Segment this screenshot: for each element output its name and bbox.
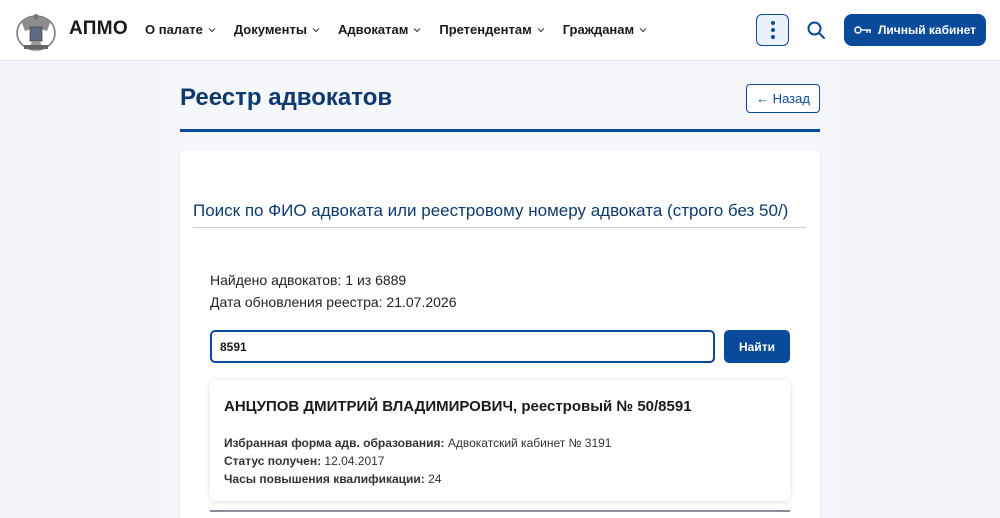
key-icon [854, 26, 871, 34]
search-icon[interactable] [806, 20, 826, 40]
bottom-divider [210, 510, 790, 512]
result-card[interactable]: АНЦУПОВ ДМИТРИЙ ВЛАДИМИРОВИЧ, реестровый… [210, 380, 790, 501]
dot-icon [770, 35, 775, 39]
registry-update-date: Дата обновления реестра: 21.07.2026 [210, 294, 457, 310]
more-menu-button[interactable] [756, 14, 789, 46]
nav-item-label: Адвокатам [337, 22, 409, 37]
row-value: 24 [424, 472, 442, 486]
result-row-form: Избранная форма адв. образования: Адвока… [224, 436, 611, 450]
nav-item-label: О палате [145, 22, 203, 37]
nav-item-about[interactable]: О палате [145, 22, 217, 37]
chevron-down-icon [537, 27, 545, 32]
find-button[interactable]: Найти [724, 330, 790, 363]
back-button[interactable]: ← Назад [746, 84, 820, 113]
found-count: Найдено адвокатов: 1 из 6889 [210, 272, 407, 288]
result-row-status: Статус получен: 12.04.2017 [224, 454, 384, 468]
chevron-down-icon [208, 27, 216, 32]
row-value: 12.04.2017 [321, 454, 385, 468]
dot-icon [770, 28, 775, 32]
row-label: Часы повышения квалификации: [224, 472, 425, 486]
row-label: Избранная форма адв. образования: [224, 436, 445, 450]
coat-of-arms-logo-icon[interactable] [14, 9, 58, 53]
search-input[interactable] [210, 330, 715, 363]
chevron-down-icon [639, 27, 647, 32]
lawyer-name: АНЦУПОВ ДМИТРИЙ ВЛАДИМИРОВИЧ, реестровый… [224, 398, 692, 415]
account-button-label: Личный кабинет [877, 23, 977, 37]
page-title: Реестр адвокатов [180, 84, 393, 111]
nav-item-lawyers[interactable]: Адвокатам [338, 22, 422, 37]
nav-item-label: Претендентам [439, 22, 532, 37]
search-heading: Поиск по ФИО адвоката или реестровому но… [193, 201, 789, 220]
nav-item-label: Документы [233, 22, 307, 37]
result-row-hours: Часы повышения квалификации: 24 [224, 472, 441, 486]
nav-item-applicants[interactable]: Претендентам [439, 22, 545, 37]
chevron-down-icon [312, 27, 320, 32]
nav-item-label: Гражданам [562, 22, 635, 37]
dot-icon [770, 21, 775, 25]
row-value: Адвокатский кабинет № 3191 [444, 436, 612, 450]
account-button[interactable]: Личный кабинет [844, 14, 986, 46]
nav-item-citizens[interactable]: Гражданам [563, 22, 648, 37]
title-divider [180, 129, 820, 132]
heading-divider [193, 227, 806, 228]
nav-item-documents[interactable]: Документы [234, 22, 321, 37]
site-header: АПМО О палате Документы Адвокатам Претен… [0, 0, 1000, 61]
row-label: Статус получен: [224, 454, 322, 468]
main-nav: О палате Документы Адвокатам Претендента… [145, 22, 665, 37]
brand-name[interactable]: АПМО [69, 18, 128, 40]
chevron-down-icon [413, 27, 421, 32]
